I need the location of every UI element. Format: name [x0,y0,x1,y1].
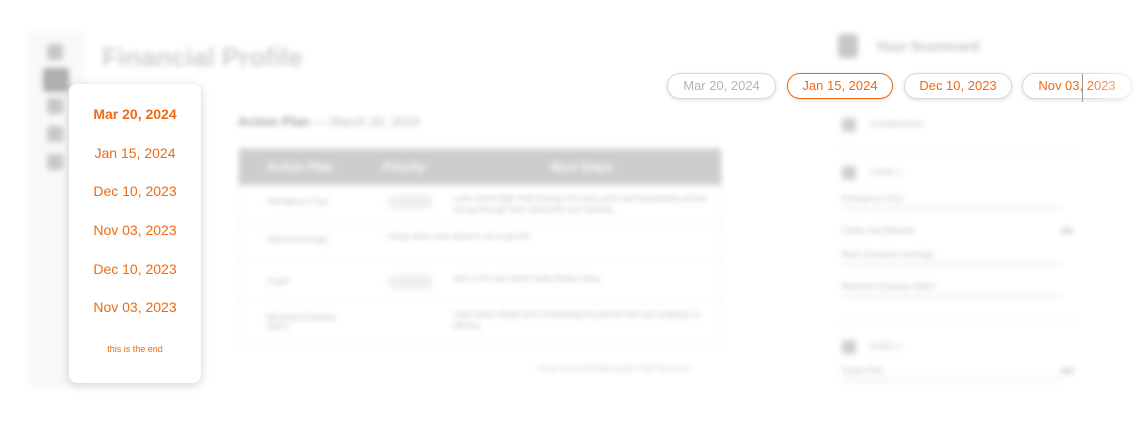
divider [838,320,1078,321]
end-of-list-note: this is the end [107,344,163,354]
home-icon[interactable] [47,44,63,60]
scorecard-item: Credit card balances [842,226,915,235]
date-tab[interactable]: Mar 20, 2024 [667,73,776,99]
row-steps: Living, learn more about it, we've got t… [387,232,531,241]
scorecard-item-label: Basic insurance coverage [842,250,934,259]
scorecard-icon [838,34,858,58]
table-header-cell: Priority [383,160,426,174]
page-title: Financial Profile [102,42,303,72]
date-dropdown-menu: Mar 20, 2024 Jan 15, 2024 Dec 10, 2023 N… [69,84,201,383]
scorecard-title: Your Scorecard [876,38,980,54]
date-option[interactable]: Nov 03, 2023 [69,222,201,238]
priority-badge [387,275,433,289]
date-option[interactable]: Dec 10, 2023 [69,183,201,199]
scorecard-item: Maximize Employer Match [842,282,1062,298]
scorecard-item-label: Credit card balances [842,226,916,235]
row-item: Emergency Fund [267,197,328,206]
date-tab[interactable]: Dec 10, 2023 [904,73,1012,99]
status-dot [1060,228,1074,234]
table-footnote: Know more and take expert Total Tip Lear… [538,364,691,373]
level-icon [842,340,856,354]
shield-icon[interactable] [47,126,63,142]
date-option[interactable]: Nov 03, 2023 [69,299,201,315]
action-plan-subhead: Action Plan — March 20, 2024 [238,114,421,129]
status-dot [1060,368,1074,374]
scorecard-item-label: Emergency Fund [842,194,903,203]
table-row: Emergency Fund Learn about High Yield Sa… [239,187,721,224]
subhead-label: Action Plan [238,114,310,129]
table-row: Debt-to-Earnings Living, learn more abou… [239,225,721,260]
row-item: Credit [267,277,289,286]
scorecard-item: Basic insurance coverage [842,250,1062,266]
date-option[interactable]: Mar 20, 2024 [69,106,201,122]
profile-icon[interactable] [43,68,69,92]
date-tab-active[interactable]: Jan 15, 2024 [787,73,893,99]
table-row: Maximize Employer Match Learn about 401(… [239,303,721,339]
section-label: LEVEL 2 [870,342,902,351]
wallet-icon[interactable] [47,98,63,114]
section-label: LEVEL 1 [870,168,902,177]
level-icon [842,166,856,180]
divider [838,150,1078,151]
scorecard-item-label: Maximize Employer Match [842,282,936,291]
section-label: FOUNDATION [870,120,923,129]
action-plan-table: Action Plan Priority Next Steps Emergenc… [238,148,722,346]
settings-icon[interactable] [47,154,63,170]
scroll-indicator [1082,74,1083,102]
table-header-cell: Action Plan [267,160,334,174]
row-item: Maximize Employer Match [267,313,337,331]
date-option[interactable]: Jan 15, 2024 [69,145,201,161]
date-tab[interactable]: Nov 03, 2023 [1022,73,1132,99]
scorecard-item: Estate Plan [842,366,1062,382]
table-header: Action Plan Priority Next Steps [239,149,721,185]
table-row: Credit Here is the next level Credit Mas… [239,267,721,300]
scorecard-item-label: Estate Plan [842,366,883,375]
row-steps: Learn about 401(k) and Considering the p… [453,310,700,330]
scorecard-item: Emergency Fund [842,194,1062,210]
row-steps: Learn about High Yield Savings Accounts … [453,194,708,214]
priority-badge [387,195,433,209]
row-steps: Here is the next level Credit Master Cla… [453,274,601,283]
foundation-icon [842,118,856,132]
subhead-date: March 20, 2024 [329,114,421,129]
date-option[interactable]: Dec 10, 2023 [69,261,201,277]
table-header-cell: Next Steps [551,160,614,174]
row-item: Debt-to-Earnings [267,235,328,244]
